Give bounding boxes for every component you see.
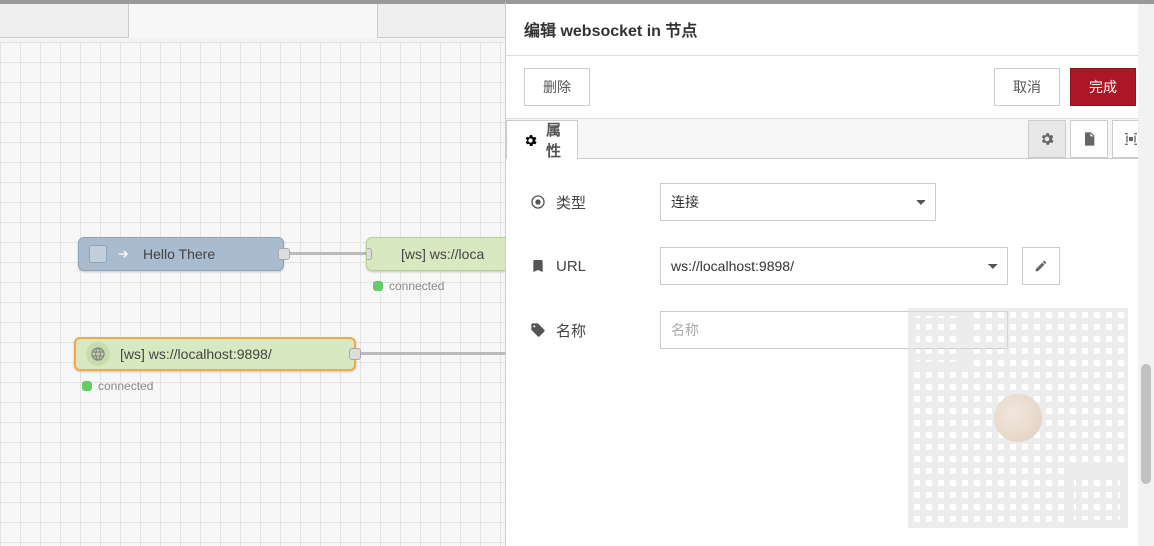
url-label-text: URL [556, 258, 586, 275]
node-port-out[interactable] [278, 248, 290, 260]
cancel-button[interactable]: 取消 [994, 68, 1060, 106]
inject-node[interactable]: Hello There [78, 237, 284, 271]
panel-scrollbar-thumb[interactable] [1141, 364, 1151, 484]
name-label: 名称 [530, 320, 646, 341]
wsout-status-text: connected [389, 279, 444, 293]
settings-icon-button[interactable] [1028, 120, 1066, 158]
qr-code-overlay [908, 308, 1128, 528]
type-label-text: 类型 [556, 192, 586, 213]
frame-icon [1123, 131, 1139, 147]
wsin-node-label: [ws] ws://localhost:9898/ [120, 346, 272, 362]
status-dot-icon [82, 381, 92, 391]
inject-arrow-icon [115, 245, 133, 263]
tag-icon [530, 322, 546, 338]
panel-tabs: 属性 [506, 119, 1154, 159]
panel-scrollbar-track[interactable] [1138, 4, 1154, 546]
globe-icon [86, 342, 110, 366]
qr-avatar-icon [994, 394, 1042, 442]
gear-icon [1039, 131, 1055, 147]
wsout-status: connected [373, 279, 444, 293]
wsout-node-label: [ws] ws://loca [401, 246, 484, 262]
wsin-status-text: connected [98, 379, 153, 393]
status-dot-icon [373, 281, 383, 291]
flow-tabs-bar [0, 4, 505, 38]
bookmark-icon [530, 258, 546, 274]
node-port-out[interactable] [349, 348, 361, 360]
document-icon [1081, 131, 1097, 147]
panel-actions: 删除 取消 完成 [506, 56, 1154, 119]
node-port-in[interactable] [366, 248, 372, 260]
wire[interactable] [356, 352, 526, 355]
gear-icon [523, 133, 538, 148]
name-label-text: 名称 [556, 320, 586, 341]
type-select[interactable]: 连接 [660, 183, 936, 221]
form-row-type: 类型 连接 [530, 183, 1130, 221]
websocket-in-node[interactable]: [ws] ws://localhost:9898/ [74, 337, 356, 371]
flow-canvas[interactable]: Hello There [ws] ws://loca connected [ws… [0, 42, 505, 546]
flow-tab[interactable] [128, 4, 378, 38]
inject-node-label: Hello There [143, 246, 215, 262]
url-label: URL [530, 258, 646, 275]
done-button[interactable]: 完成 [1070, 68, 1136, 106]
form-row-url: URL ws://localhost:9898/ [530, 247, 1130, 285]
url-edit-button[interactable] [1022, 247, 1060, 285]
type-label: 类型 [530, 192, 646, 213]
pencil-icon [1034, 259, 1048, 273]
url-select[interactable]: ws://localhost:9898/ [660, 247, 1008, 285]
inject-button[interactable] [89, 245, 107, 263]
wsin-status: connected [82, 379, 153, 393]
panel-title: 编辑 websocket in 节点 [506, 4, 1154, 56]
tab-properties-label: 属性 [546, 119, 561, 161]
delete-button[interactable]: 删除 [524, 68, 590, 106]
target-icon [530, 194, 546, 210]
edit-panel: 编辑 websocket in 节点 删除 取消 完成 属性 类型 连 [505, 0, 1154, 546]
wire[interactable] [284, 252, 370, 255]
description-icon-button[interactable] [1070, 120, 1108, 158]
flow-canvas-area: Hello There [ws] ws://loca connected [ws… [0, 0, 505, 546]
tab-properties[interactable]: 属性 [506, 120, 578, 159]
